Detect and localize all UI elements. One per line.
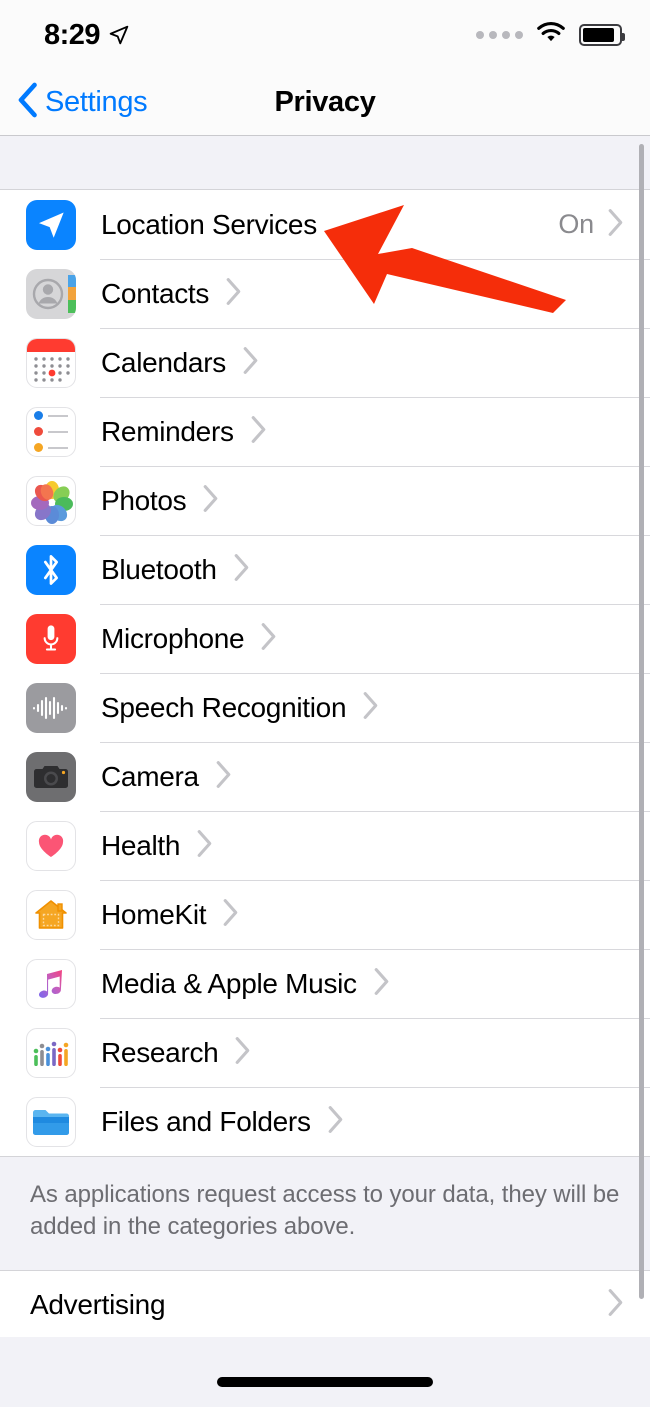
chevron-right-icon <box>242 346 259 380</box>
chevron-right-icon <box>327 1105 344 1139</box>
chevron-left-icon <box>16 82 38 123</box>
row-reminders[interactable]: Reminders <box>0 397 650 466</box>
row-label: Advertising <box>30 1289 166 1321</box>
files-and-folders-icon <box>26 1096 76 1147</box>
iphone-screen: 8:29 Settings Privacy Location Services … <box>0 0 650 1407</box>
chevron-right-icon <box>607 208 624 242</box>
bluetooth-icon <box>26 544 76 595</box>
row-label: Files and Folders <box>101 1105 311 1137</box>
chevron-right-icon <box>196 829 213 863</box>
row-location-services[interactable]: Location Services On <box>0 190 650 259</box>
row-bluetooth[interactable]: Bluetooth <box>0 535 650 604</box>
chevron-right-icon <box>202 484 219 518</box>
media-apple-music-icon <box>26 958 76 1009</box>
row-homekit[interactable]: HomeKit <box>0 880 650 949</box>
list-top-spacer <box>0 136 650 190</box>
footer-note: As applications request access to your d… <box>0 1156 650 1271</box>
row-value: On <box>558 209 594 239</box>
row-label: Microphone <box>101 622 245 654</box>
health-icon <box>26 820 76 871</box>
row-photos[interactable]: Photos <box>0 466 650 535</box>
row-health[interactable]: Health <box>0 811 650 880</box>
chevron-right-icon <box>373 967 390 1001</box>
row-label: Media & Apple Music <box>101 967 357 999</box>
row-label: Contacts <box>101 277 210 309</box>
row-label: Research <box>101 1036 219 1068</box>
row-calendars[interactable]: Calendars <box>0 328 650 397</box>
home-indicator[interactable] <box>217 1377 433 1387</box>
photos-icon <box>26 475 76 526</box>
row-advertising[interactable]: Advertising <box>0 1270 650 1337</box>
row-research[interactable]: Research <box>0 1018 650 1087</box>
research-icon <box>26 1027 76 1078</box>
row-media-apple-music[interactable]: Media & Apple Music <box>0 949 650 1018</box>
row-label: Health <box>101 829 181 861</box>
row-label: Calendars <box>101 346 226 378</box>
row-contacts[interactable]: Contacts <box>0 259 650 328</box>
status-bar-indicators <box>476 21 625 49</box>
settings-scroll-area[interactable]: Location Services On Contacts Calendars … <box>0 136 650 1337</box>
navigation-bar: Settings Privacy <box>0 70 650 136</box>
chevron-right-icon <box>225 277 242 311</box>
chevron-right-icon <box>215 760 232 794</box>
chevron-right-icon <box>260 622 277 656</box>
location-arrow-icon <box>109 25 129 45</box>
vertical-scrollbar[interactable] <box>639 144 644 1299</box>
camera-icon <box>26 751 76 802</box>
speech-recognition-icon <box>26 682 76 733</box>
wifi-icon <box>536 21 566 49</box>
reminders-icon <box>26 406 76 457</box>
row-label: Camera <box>101 760 199 792</box>
chevron-right-icon <box>233 553 250 587</box>
row-label: HomeKit <box>101 898 207 930</box>
row-label: Reminders <box>101 415 234 447</box>
bottom-bar <box>0 1337 650 1407</box>
cellular-dots-icon <box>476 31 523 39</box>
privacy-categories-group: Location Services On Contacts Calendars … <box>0 190 650 1156</box>
chevron-right-icon <box>234 1036 251 1070</box>
chevron-right-icon <box>362 691 379 725</box>
row-microphone[interactable]: Microphone <box>0 604 650 673</box>
status-bar-time: 8:29 <box>44 18 101 51</box>
row-label: Bluetooth <box>101 553 217 585</box>
chevron-right-icon <box>250 415 267 449</box>
row-files-and-folders[interactable]: Files and Folders <box>0 1087 650 1156</box>
row-label: Location Services <box>101 208 317 240</box>
status-bar: 8:29 <box>0 0 650 70</box>
homekit-icon <box>26 889 76 940</box>
chevron-right-icon <box>222 898 239 932</box>
chevron-right-icon <box>607 1288 624 1322</box>
row-label: Photos <box>101 484 187 516</box>
row-speech-recognition[interactable]: Speech Recognition <box>0 673 650 742</box>
calendars-icon <box>26 337 76 388</box>
battery-icon <box>579 24 625 46</box>
row-label: Speech Recognition <box>101 691 347 723</box>
back-button-label: Settings <box>45 86 148 118</box>
contacts-icon <box>26 268 76 319</box>
advertising-group: Advertising <box>0 1270 650 1337</box>
microphone-icon <box>26 613 76 664</box>
back-button-settings[interactable]: Settings <box>0 82 148 123</box>
location-services-icon <box>26 199 76 250</box>
row-camera[interactable]: Camera <box>0 742 650 811</box>
